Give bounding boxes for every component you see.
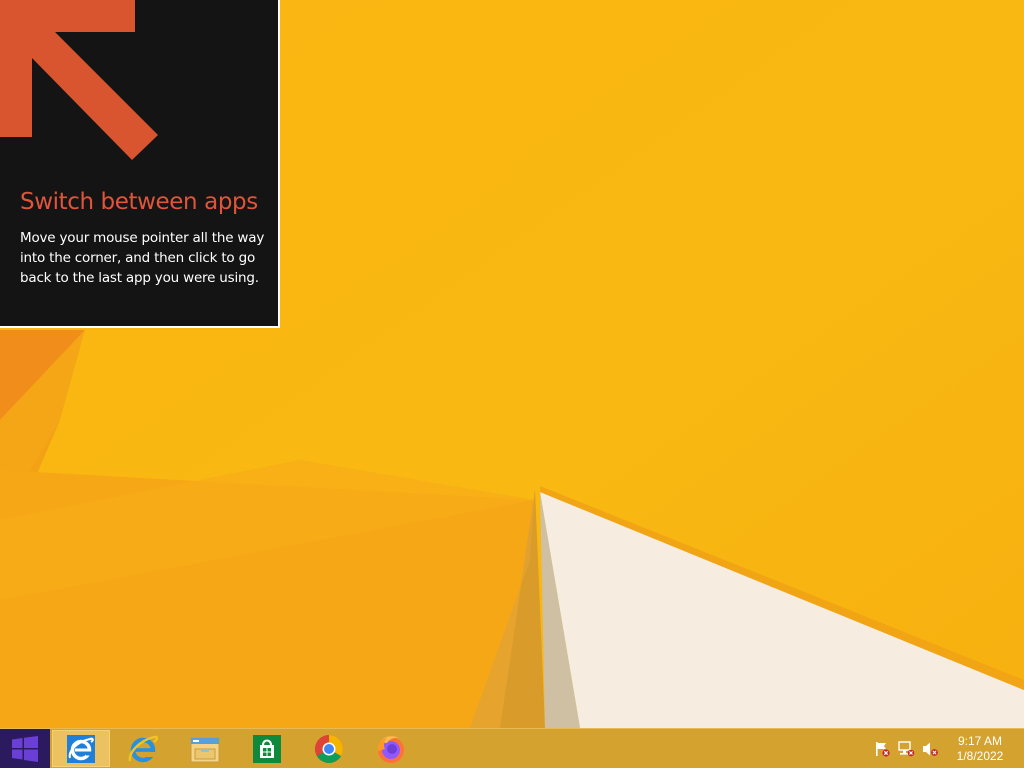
- start-button[interactable]: [0, 729, 50, 768]
- switch-apps-tip: Switch between apps Move your mouse poin…: [0, 0, 280, 328]
- taskbar-internet-explorer-active[interactable]: [52, 730, 110, 767]
- taskbar-clock[interactable]: 9:17 AM 1/8/2022: [948, 734, 1012, 764]
- folder-icon: [190, 737, 220, 762]
- clock-time: 9:17 AM: [957, 734, 1003, 748]
- volume-muted-icon[interactable]: [921, 741, 939, 757]
- firefox-icon: [377, 735, 404, 763]
- taskbar-store[interactable]: [238, 730, 296, 767]
- taskbar-internet-explorer[interactable]: [114, 730, 172, 767]
- store-icon: [253, 734, 281, 763]
- action-center-flag-icon[interactable]: [873, 741, 891, 757]
- windows-logo-icon: [12, 736, 38, 762]
- chrome-icon: [315, 734, 343, 763]
- clock-date: 1/8/2022: [956, 749, 1004, 763]
- desktop: Switch between apps Move your mouse poin…: [0, 0, 1024, 768]
- tip-title: Switch between apps: [20, 189, 258, 215]
- taskbar-file-explorer[interactable]: [176, 730, 234, 767]
- tip-body: Move your mouse pointer all the way into…: [20, 230, 265, 286]
- internet-explorer-icon: [128, 735, 159, 762]
- taskbar-firefox[interactable]: [362, 730, 420, 767]
- internet-explorer-icon: [67, 734, 95, 763]
- arrow-up-left-icon: [0, 0, 158, 160]
- taskbar: 9:17 AM 1/8/2022: [0, 728, 1024, 768]
- taskbar-chrome[interactable]: [300, 730, 358, 767]
- network-icon[interactable]: [897, 741, 915, 757]
